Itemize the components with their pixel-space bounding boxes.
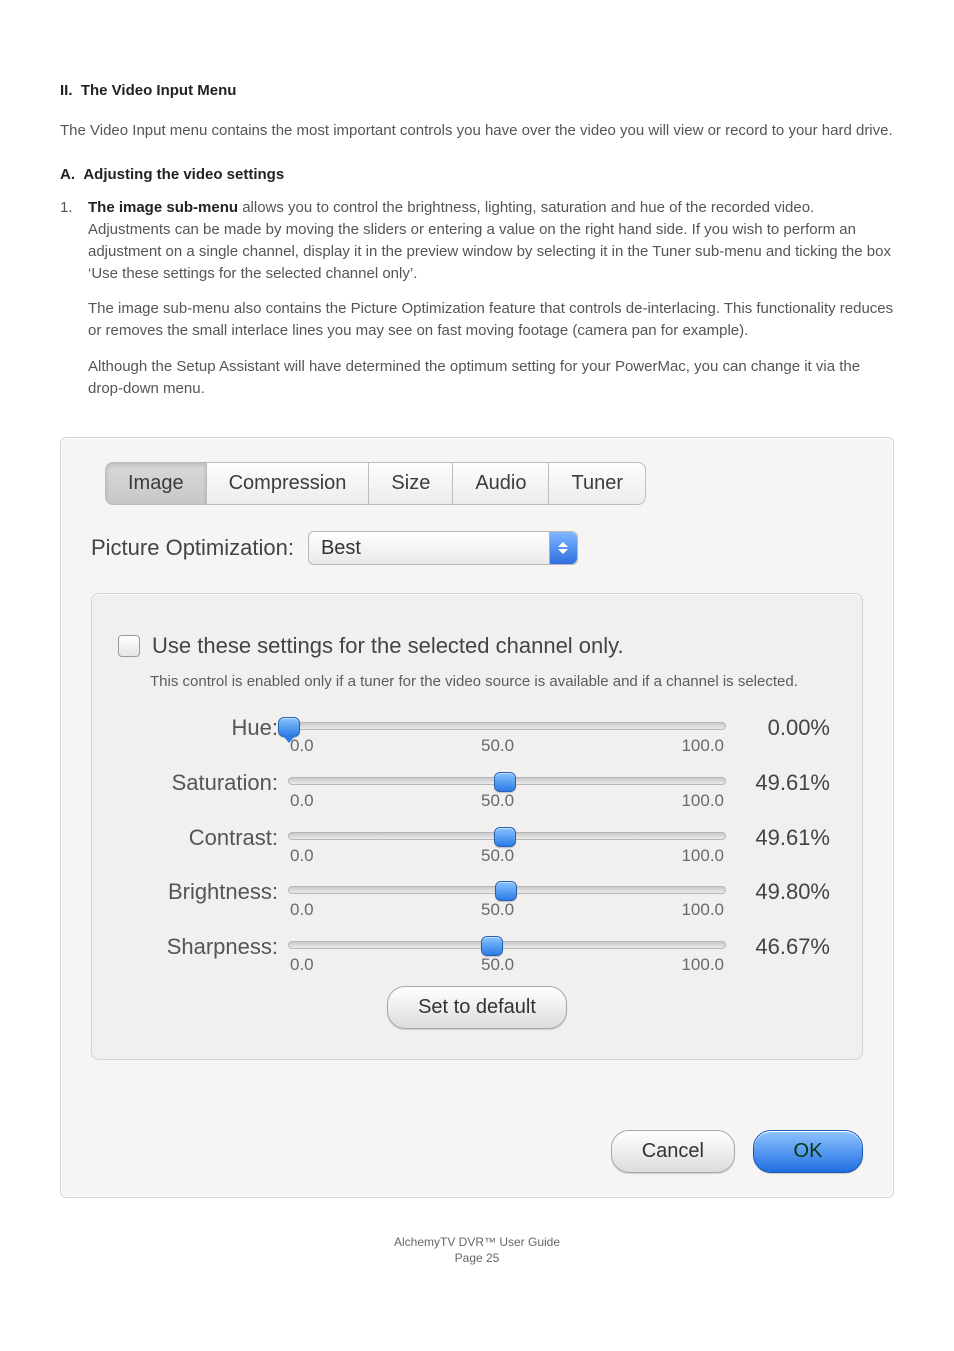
cancel-button[interactable]: Cancel xyxy=(611,1130,735,1173)
picture-optimization-label: Picture Optimization: xyxy=(91,532,294,564)
slider-saturation-value: 49.61% xyxy=(736,767,836,799)
bold-lead: The image sub-menu xyxy=(88,199,238,216)
slider-brightness-label: Brightness: xyxy=(118,876,278,908)
intro-paragraph: The Video Input menu contains the most i… xyxy=(60,120,894,142)
picture-optimization-row: Picture Optimization: Best xyxy=(91,531,863,565)
checkbox-hint: This control is enabled only if a tuner … xyxy=(150,672,836,692)
slider-brightness-max: 100.0 xyxy=(681,898,724,923)
footer-title: AlchemyTV DVR™ User Guide xyxy=(60,1234,894,1251)
p2: The image sub-menu also contains the Pic… xyxy=(88,298,894,342)
slider-sharpness-track[interactable]: 0.0 50.0 100.0 xyxy=(288,931,726,978)
tab-compression[interactable]: Compression xyxy=(207,462,370,505)
slider-hue: Hue: 0.0 50.0 100.0 0.00% xyxy=(118,712,836,759)
slider-sharpness-max: 100.0 xyxy=(681,953,724,978)
list-item-1: 1. The image sub-menu allows you to cont… xyxy=(60,197,894,413)
use-settings-checkbox[interactable] xyxy=(118,635,140,657)
slider-sharpness: Sharpness: 0.0 50.0 100.0 46.67% xyxy=(118,931,836,978)
slider-hue-mid: 50.0 xyxy=(481,734,514,759)
use-settings-label: Use these settings for the selected chan… xyxy=(152,630,624,662)
slider-contrast-max: 100.0 xyxy=(681,844,724,869)
slider-saturation-thumb[interactable] xyxy=(494,772,516,792)
slider-brightness-mid: 50.0 xyxy=(481,898,514,923)
slider-brightness: Brightness: 0.0 50.0 100.0 49.80% xyxy=(118,876,836,923)
slider-brightness-track[interactable]: 0.0 50.0 100.0 xyxy=(288,876,726,923)
slider-contrast-thumb[interactable] xyxy=(494,827,516,847)
footer-page-prefix: Page xyxy=(455,1251,486,1265)
dialog-button-row: Cancel OK xyxy=(91,1130,863,1173)
set-to-default-button[interactable]: Set to default xyxy=(387,986,567,1029)
select-stepper-icon xyxy=(549,532,577,564)
checkbox-row: Use these settings for the selected chan… xyxy=(118,630,836,662)
sub-heading: A. Adjusting the video settings xyxy=(60,164,894,186)
footer-page-number: 25 xyxy=(486,1251,499,1265)
tab-strip: Image Compression Size Audio Tuner xyxy=(105,462,863,505)
tab-tuner[interactable]: Tuner xyxy=(549,462,646,505)
slider-hue-thumb[interactable] xyxy=(278,717,300,737)
slider-contrast: Contrast: 0.0 50.0 100.0 49.61% xyxy=(118,822,836,869)
slider-contrast-value: 49.61% xyxy=(736,822,836,854)
slider-saturation-min: 0.0 xyxy=(290,789,314,814)
slider-contrast-min: 0.0 xyxy=(290,844,314,869)
slider-saturation-track[interactable]: 0.0 50.0 100.0 xyxy=(288,767,726,814)
slider-sharpness-value: 46.67% xyxy=(736,931,836,963)
slider-brightness-min: 0.0 xyxy=(290,898,314,923)
tab-audio[interactable]: Audio xyxy=(453,462,549,505)
slider-sharpness-label: Sharpness: xyxy=(118,931,278,963)
tab-image[interactable]: Image xyxy=(105,462,207,505)
slider-contrast-label: Contrast: xyxy=(118,822,278,854)
slider-sharpness-thumb[interactable] xyxy=(481,936,503,956)
picture-optimization-select[interactable]: Best xyxy=(308,531,578,565)
slider-brightness-thumb[interactable] xyxy=(495,881,517,901)
slider-saturation: Saturation: 0.0 50.0 100.0 49.61% xyxy=(118,767,836,814)
p3: Although the Setup Assistant will have d… xyxy=(88,356,894,400)
picture-optimization-value: Best xyxy=(321,534,361,563)
page-footer: AlchemyTV DVR™ User Guide Page 25 xyxy=(60,1234,894,1268)
slider-brightness-value: 49.80% xyxy=(736,876,836,908)
slider-hue-track[interactable]: 0.0 50.0 100.0 xyxy=(288,712,726,759)
slider-hue-label: Hue: xyxy=(118,712,278,744)
list-number: 1. xyxy=(60,197,88,413)
slider-contrast-mid: 50.0 xyxy=(481,844,514,869)
slider-contrast-track[interactable]: 0.0 50.0 100.0 xyxy=(288,822,726,869)
video-input-dialog: Image Compression Size Audio Tuner Pictu… xyxy=(60,437,894,1197)
slider-sharpness-min: 0.0 xyxy=(290,953,314,978)
slider-hue-value: 0.00% xyxy=(736,712,836,744)
list-body: The image sub-menu allows you to control… xyxy=(88,197,894,413)
slider-saturation-label: Saturation: xyxy=(118,767,278,799)
section-heading: II. The Video Input Menu xyxy=(60,80,894,102)
settings-panel: Use these settings for the selected chan… xyxy=(91,593,863,1059)
slider-hue-max: 100.0 xyxy=(681,734,724,759)
slider-saturation-max: 100.0 xyxy=(681,789,724,814)
slider-saturation-mid: 50.0 xyxy=(481,789,514,814)
ok-button[interactable]: OK xyxy=(753,1130,863,1173)
tab-size[interactable]: Size xyxy=(369,462,453,505)
slider-sharpness-mid: 50.0 xyxy=(481,953,514,978)
